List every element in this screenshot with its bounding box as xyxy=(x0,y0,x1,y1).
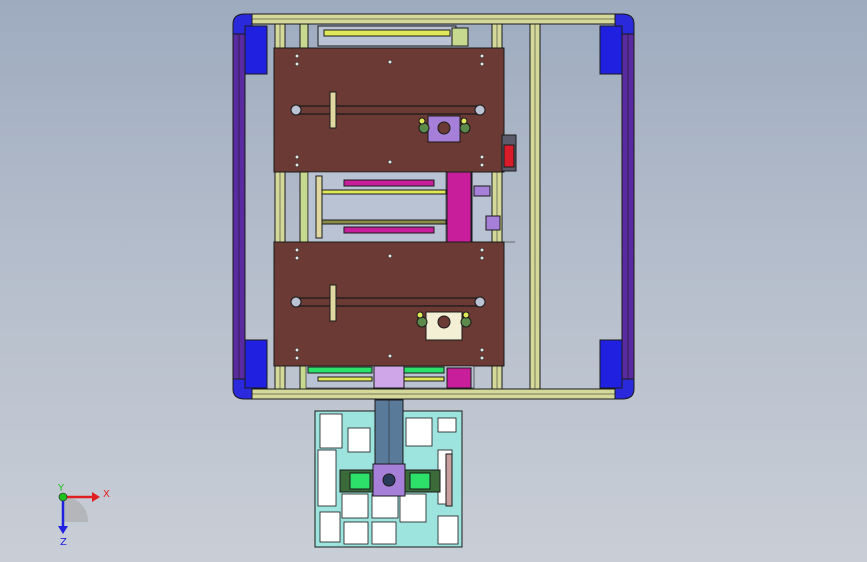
cad-viewport[interactable]: X Y Z xyxy=(0,0,867,562)
blue-block-bottom-right[interactable] xyxy=(599,339,623,389)
blue-block-top-right[interactable] xyxy=(599,25,623,75)
middle-rail-bottom[interactable] xyxy=(343,226,435,234)
lower-belt-clamp[interactable] xyxy=(329,284,337,322)
upper-plate[interactable] xyxy=(273,47,505,173)
upper-belt-clamp[interactable] xyxy=(329,91,337,129)
magenta-column[interactable] xyxy=(446,171,472,243)
middle-rail-top[interactable] xyxy=(343,179,435,187)
red-sensor[interactable] xyxy=(501,134,517,172)
triad-z-label: Z xyxy=(60,537,67,548)
middle-section[interactable] xyxy=(307,171,515,243)
triad-x-label: X xyxy=(103,489,110,500)
blue-block-top-left[interactable] xyxy=(244,25,268,75)
orientation-triad[interactable]: X Y Z xyxy=(57,483,110,548)
lower-plate[interactable] xyxy=(273,241,505,367)
triad-y-label: Y xyxy=(57,483,65,494)
bottom-strip[interactable] xyxy=(305,365,475,389)
lower-plate-assembly[interactable] xyxy=(273,241,505,367)
top-slide-rail[interactable] xyxy=(317,25,469,47)
upper-plate-assembly[interactable] xyxy=(273,47,505,173)
blue-block-bottom-left[interactable] xyxy=(244,339,268,389)
base-plate-assembly[interactable] xyxy=(314,399,463,548)
triad-y-axis xyxy=(58,492,68,502)
